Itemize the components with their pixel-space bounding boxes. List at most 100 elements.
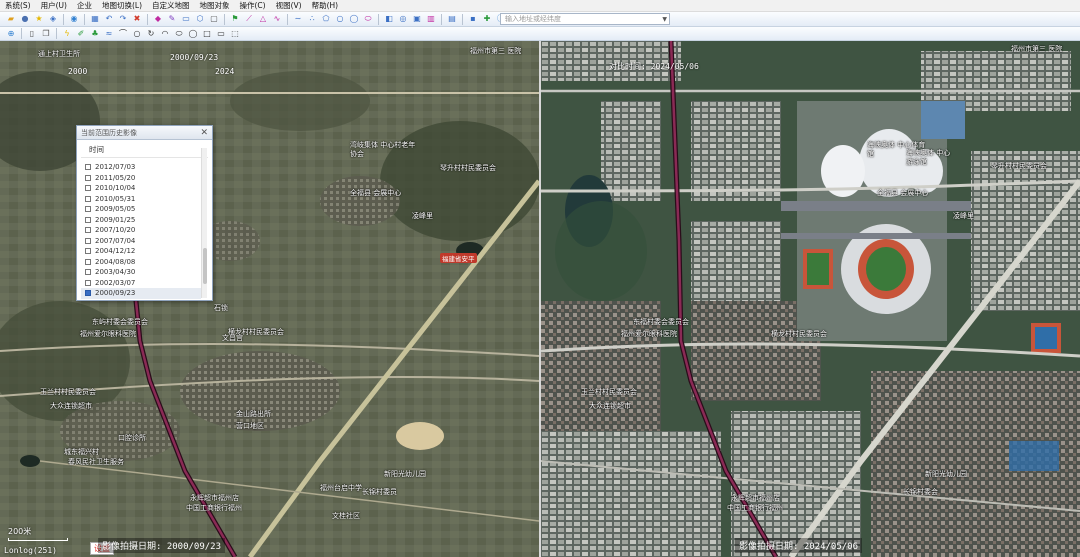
delete-icon[interactable]: ✖ — [132, 14, 142, 24]
map-poi[interactable]: 玉兰村村民委员会 — [581, 387, 637, 397]
map-poi[interactable]: 福州爱尔眼科医院 — [621, 329, 677, 339]
compare-icon[interactable]: ▤ — [447, 14, 457, 24]
map-poi[interactable]: 通上村卫生所 — [38, 49, 80, 59]
brush-icon[interactable]: ✐ — [76, 29, 86, 39]
history-date-row[interactable]: 2004/12/12 — [81, 246, 201, 257]
ring-icon[interactable]: ◯ — [188, 29, 198, 39]
bolt-icon[interactable]: ϟ — [62, 29, 72, 39]
shape-icon[interactable]: ⬡ — [195, 14, 205, 24]
page-icon[interactable]: ▯ — [27, 29, 37, 39]
map-poi[interactable]: 全福县 会展中心 — [350, 189, 410, 198]
date-checkbox[interactable] — [85, 185, 91, 192]
panel-scrollbar[interactable] — [201, 148, 207, 298]
menu-item[interactable]: 企业 — [72, 0, 97, 11]
history-date-row[interactable]: 2000/09/23 — [81, 288, 201, 299]
scrollbar-thumb[interactable] — [203, 248, 207, 284]
map-poi[interactable]: 福州爱尔眼科医院 — [80, 329, 136, 339]
history-date-row[interactable]: 2003/04/30 — [81, 267, 201, 278]
date-checkbox[interactable] — [85, 248, 91, 255]
pin-icon[interactable]: ⚑ — [230, 14, 240, 24]
date-checkbox[interactable] — [85, 279, 91, 286]
date-checkbox[interactable] — [85, 174, 91, 181]
route-icon[interactable]: ◎ — [398, 14, 408, 24]
right-map-view[interactable]: 对比时间: 2024/05/06 海峡奥体 中心体育馆 海峡奥体 中心游泳馆 全… — [541, 41, 1080, 557]
date-checkbox[interactable] — [85, 237, 91, 244]
chevron-down-icon[interactable]: ▼ — [662, 15, 667, 25]
date-checkbox[interactable] — [85, 227, 91, 234]
map-poi[interactable]: 口腔诊所 — [118, 433, 146, 443]
map-poi[interactable]: 东屿村委会委员会 — [92, 317, 148, 327]
map-poi[interactable]: 凌峰里 — [953, 211, 974, 221]
history-date-row[interactable]: 2002/03/07 — [81, 278, 201, 289]
history-date-row[interactable]: 2010/05/31 — [81, 194, 201, 205]
wave-icon[interactable]: ≈ — [104, 29, 114, 39]
star-icon[interactable]: ★ — [34, 14, 44, 24]
map-poi[interactable]: 横龙村村民委员会 — [771, 329, 827, 339]
date-checkbox[interactable] — [85, 206, 91, 213]
map-poi[interactable]: 石锁 — [214, 303, 228, 313]
rect-icon[interactable]: ▭ — [216, 29, 226, 39]
map-poi[interactable]: 城东福兴村 — [64, 447, 99, 457]
history-date-row[interactable]: 2010/10/04 — [81, 183, 201, 194]
menu-item[interactable]: 帮助(H) — [307, 0, 344, 11]
date-checkbox[interactable] — [85, 258, 91, 265]
history-date-row[interactable]: 2009/01/25 — [81, 215, 201, 226]
menu-item[interactable]: 视图(V) — [271, 0, 307, 11]
eraser-icon[interactable]: ▭ — [181, 14, 191, 24]
map-poi[interactable]: 大众连锁超市 — [50, 401, 92, 411]
square-icon[interactable]: □ — [202, 29, 212, 39]
history-date-row[interactable]: 2007/10/20 — [81, 225, 201, 236]
map-poi[interactable]: 琴升村村民委员会 — [991, 161, 1047, 171]
grid-icon[interactable]: ▦ — [90, 14, 100, 24]
map-poi[interactable]: 福州市第三 医院 — [1011, 45, 1071, 54]
redo-icon[interactable]: ↷ — [118, 14, 128, 24]
map-poi[interactable]: 新阳光幼儿园 — [384, 469, 426, 479]
rect-dashed-icon[interactable]: ⬚ — [230, 29, 240, 39]
map-poi[interactable]: 永辉超市福州店 — [190, 493, 239, 503]
copy-icon[interactable]: ❐ — [41, 29, 51, 39]
history-date-row[interactable]: 2009/05/05 — [81, 204, 201, 215]
date-checkbox[interactable] — [85, 164, 91, 171]
polyline-icon[interactable]: ⟋ — [244, 14, 254, 24]
triangle-icon[interactable]: △ — [258, 14, 268, 24]
date-checkbox[interactable] — [85, 269, 91, 276]
add-icon[interactable]: ✚ — [482, 14, 492, 24]
target-icon[interactable]: ⊕ — [6, 29, 16, 39]
menu-item[interactable]: 地图切换(L) — [97, 0, 147, 11]
map-poi[interactable]: 文昌宫 — [222, 333, 243, 343]
map-poi[interactable]: 海峡奥体 中心游泳馆 — [906, 149, 956, 167]
curve-icon[interactable]: ∿ — [272, 14, 282, 24]
user-icon[interactable]: ● — [20, 14, 30, 24]
frame-icon[interactable]: ▢ — [209, 14, 219, 24]
menu-item[interactable]: 用户(U) — [36, 0, 72, 11]
polygon-icon[interactable]: ⬠ — [321, 14, 331, 24]
map-poi[interactable]: 新阳光幼儿园 — [925, 469, 967, 479]
map-poi[interactable]: 金山路出所 — [236, 409, 271, 419]
globe-icon[interactable]: ◉ — [69, 14, 79, 24]
undo-icon[interactable]: ↶ — [104, 14, 114, 24]
map-poi[interactable]: 福州台启中学 — [320, 483, 362, 493]
circle-draw-icon[interactable]: ○ — [132, 29, 142, 39]
ruler-icon[interactable]: ▥ — [426, 14, 436, 24]
date-checkbox[interactable] — [85, 290, 91, 297]
marker-icon[interactable]: ◆ — [153, 14, 163, 24]
arc-icon[interactable]: ⌒ — [118, 29, 128, 39]
map-poi[interactable]: 营口地区 — [236, 421, 264, 431]
map-poi[interactable]: 中国工商银行福州 — [186, 503, 242, 513]
folder-icon[interactable]: ▰ — [6, 14, 16, 24]
date-checkbox[interactable] — [85, 195, 91, 202]
measure-icon[interactable]: ◧ — [384, 14, 394, 24]
arc-alt-icon[interactable]: ◠ — [160, 29, 170, 39]
map-poi[interactable]: 文桂社区 — [332, 511, 360, 521]
label-icon[interactable]: ▣ — [412, 14, 422, 24]
map-poi[interactable]: 琴升村村民委员会 — [440, 163, 496, 173]
ellipse-icon[interactable]: ⬭ — [363, 14, 373, 24]
map-poi[interactable]: 东福村委会委员会 — [633, 317, 689, 327]
oval-icon[interactable]: ⬭ — [174, 29, 184, 39]
map-poi[interactable]: 大众连锁超市 — [589, 401, 631, 411]
history-date-row[interactable]: 2007/07/04 — [81, 236, 201, 247]
tree-icon[interactable]: ♣ — [90, 29, 100, 39]
menu-item[interactable]: 系统(S) — [0, 0, 36, 11]
history-date-row[interactable]: 2011/05/20 — [81, 173, 201, 184]
pen-icon[interactable]: ✎ — [167, 14, 177, 24]
